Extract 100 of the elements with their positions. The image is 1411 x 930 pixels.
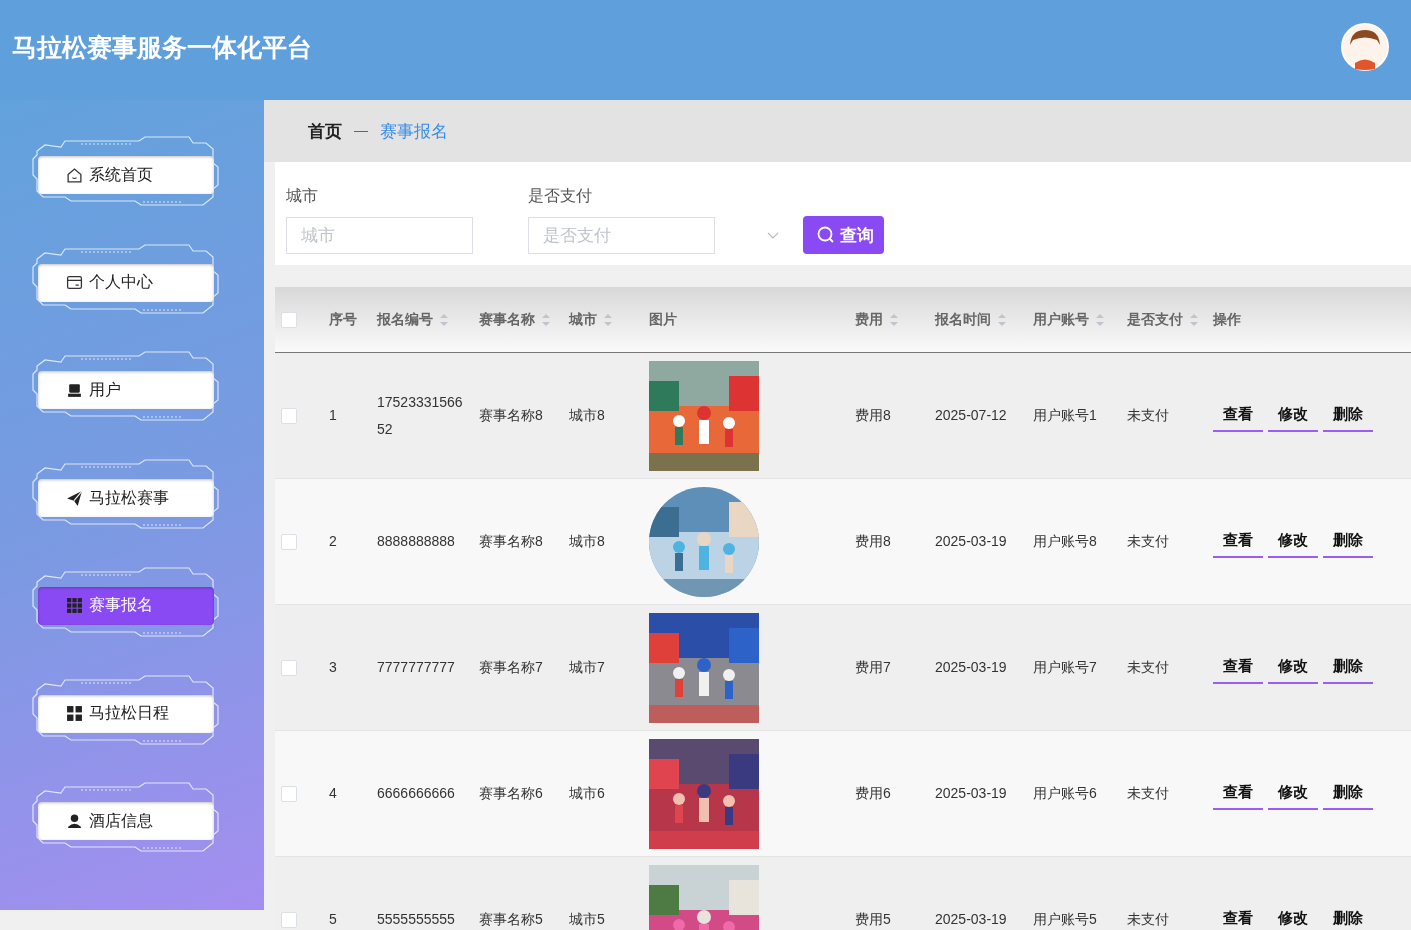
- delete-button[interactable]: 删除: [1323, 399, 1373, 432]
- table-cell-text: 城市6: [569, 784, 605, 803]
- sort-icon[interactable]: [997, 311, 1007, 328]
- column-header: 赛事名称: [479, 310, 535, 329]
- table-cell-text: 用户账号5: [1033, 910, 1097, 929]
- input-field[interactable]: 城市: [286, 217, 473, 254]
- table-cell-text: 费用7: [855, 658, 891, 677]
- sort-icon[interactable]: [889, 311, 899, 328]
- table-cell-text: 6666666666: [377, 784, 455, 803]
- sort-icon[interactable]: [1189, 311, 1199, 328]
- table-cell-text: 7777777777: [377, 658, 455, 677]
- table-cell-text: 赛事名称8: [479, 532, 543, 551]
- table-cell-text: 1: [329, 406, 337, 425]
- sidebar-item[interactable]: 个人中心: [38, 263, 214, 302]
- column-header: 是否支付: [1127, 310, 1183, 329]
- grid-icon: [66, 705, 83, 723]
- table-cell-text: 赛事名称7: [479, 658, 543, 677]
- edit-button[interactable]: 修改: [1268, 903, 1318, 930]
- table-cell-text: 费用5: [855, 910, 891, 929]
- table-cell-text: 用户账号1: [1033, 406, 1097, 425]
- table-cell-text: 2025-03-19: [935, 784, 1007, 803]
- sort-icon[interactable]: [439, 311, 449, 328]
- sidebar-item[interactable]: 用户: [38, 371, 214, 410]
- avatar-icon[interactable]: [1341, 23, 1389, 71]
- column-header: 报名编号: [377, 310, 433, 329]
- table-cell-text: 2025-03-19: [935, 910, 1007, 929]
- table-cell-text: 赛事名称8: [479, 406, 543, 425]
- column-header: 城市: [569, 310, 597, 329]
- checkbox[interactable]: [281, 407, 297, 424]
- table-cell-text: 未支付: [1127, 784, 1169, 803]
- sidebar-item[interactable]: 酒店信息: [38, 802, 214, 841]
- column-header: 操作: [1213, 310, 1241, 329]
- table-cell-text: 费用6: [855, 784, 891, 803]
- column-header: 用户账号: [1033, 310, 1089, 329]
- app-title: 马拉松赛事服务一体化平台: [12, 31, 312, 63]
- chevron-down-icon: [767, 231, 779, 240]
- sidebar-item[interactable]: 马拉松日程: [38, 694, 214, 733]
- sidebar-item[interactable]: 赛事报名: [38, 586, 214, 625]
- sidebar-item[interactable]: 马拉松赛事: [38, 479, 214, 518]
- view-button[interactable]: 查看: [1213, 903, 1263, 930]
- table-cell-text: 城市5: [569, 910, 605, 929]
- table-cell-text: 城市8: [569, 532, 605, 551]
- view-button[interactable]: 查看: [1213, 525, 1263, 558]
- table-cell-text: 城市8: [569, 406, 605, 425]
- table-cell-text: 用户账号8: [1033, 532, 1097, 551]
- edit-button[interactable]: 修改: [1268, 525, 1318, 558]
- delete-button[interactable]: 删除: [1323, 903, 1373, 930]
- table-cell-text: 2025-03-19: [935, 532, 1007, 551]
- select-field[interactable]: 是否支付: [528, 217, 715, 254]
- edit-button[interactable]: 修改: [1268, 777, 1318, 810]
- table-cell-text: 费用8: [855, 406, 891, 425]
- search-button[interactable]: 查询: [803, 216, 884, 254]
- sort-icon[interactable]: [1095, 311, 1105, 328]
- view-button[interactable]: 查看: [1213, 399, 1263, 432]
- delete-button[interactable]: 删除: [1323, 777, 1373, 810]
- delete-button[interactable]: 删除: [1323, 651, 1373, 684]
- desk-icon: [66, 381, 83, 399]
- checkbox[interactable]: [281, 311, 297, 328]
- table-cell-text: 4: [329, 784, 337, 803]
- table-cell-text: 赛事名称6: [479, 784, 543, 803]
- table-cell-text: 未支付: [1127, 658, 1169, 677]
- sort-icon[interactable]: [541, 311, 551, 328]
- grid-icon: [66, 597, 83, 615]
- table-cell-text: 赛事名称5: [479, 910, 543, 929]
- table-cell-text: 未支付: [1127, 532, 1169, 551]
- table-cell-text: 城市7: [569, 658, 605, 677]
- column-header: 报名时间: [935, 310, 991, 329]
- home-icon: [66, 166, 83, 184]
- field-label: 城市: [286, 186, 319, 206]
- sort-icon[interactable]: [603, 311, 613, 328]
- table-cell-text: 费用8: [855, 532, 891, 551]
- view-button[interactable]: 查看: [1213, 777, 1263, 810]
- table-cell-text: 3: [329, 658, 337, 677]
- checkbox[interactable]: [281, 785, 297, 802]
- edit-button[interactable]: 修改: [1268, 399, 1318, 432]
- column-header: 序号: [329, 310, 357, 329]
- column-header: 图片: [649, 310, 677, 329]
- checkbox[interactable]: [281, 533, 297, 550]
- checkbox[interactable]: [281, 911, 297, 928]
- table-cell-text: 用户账号7: [1033, 658, 1097, 677]
- table-cell-text: 用户账号6: [1033, 784, 1097, 803]
- field-label: 是否支付: [528, 186, 593, 206]
- user-icon: [66, 812, 83, 830]
- breadcrumb-link[interactable]: 首页: [308, 119, 342, 143]
- view-button[interactable]: 查看: [1213, 651, 1263, 684]
- table-cell-text: 8888888888: [377, 532, 455, 551]
- checkbox[interactable]: [281, 659, 297, 676]
- table-cell-text: 2025-03-19: [935, 658, 1007, 677]
- table-cell-text: 未支付: [1127, 910, 1169, 929]
- table-cell-text: 未支付: [1127, 406, 1169, 425]
- table-cell-text: 5: [329, 910, 337, 929]
- delete-button[interactable]: 删除: [1323, 525, 1373, 558]
- sidebar-item[interactable]: 系统首页: [38, 156, 214, 194]
- send-icon: [66, 489, 83, 507]
- table-cell-text: 2025-07-12: [935, 406, 1007, 425]
- table-cell-text: 1752333156652: [377, 392, 464, 439]
- edit-button[interactable]: 修改: [1268, 651, 1318, 684]
- table-cell-text: 2: [329, 532, 337, 551]
- column-header: 费用: [855, 310, 883, 329]
- card-icon: [66, 274, 83, 292]
